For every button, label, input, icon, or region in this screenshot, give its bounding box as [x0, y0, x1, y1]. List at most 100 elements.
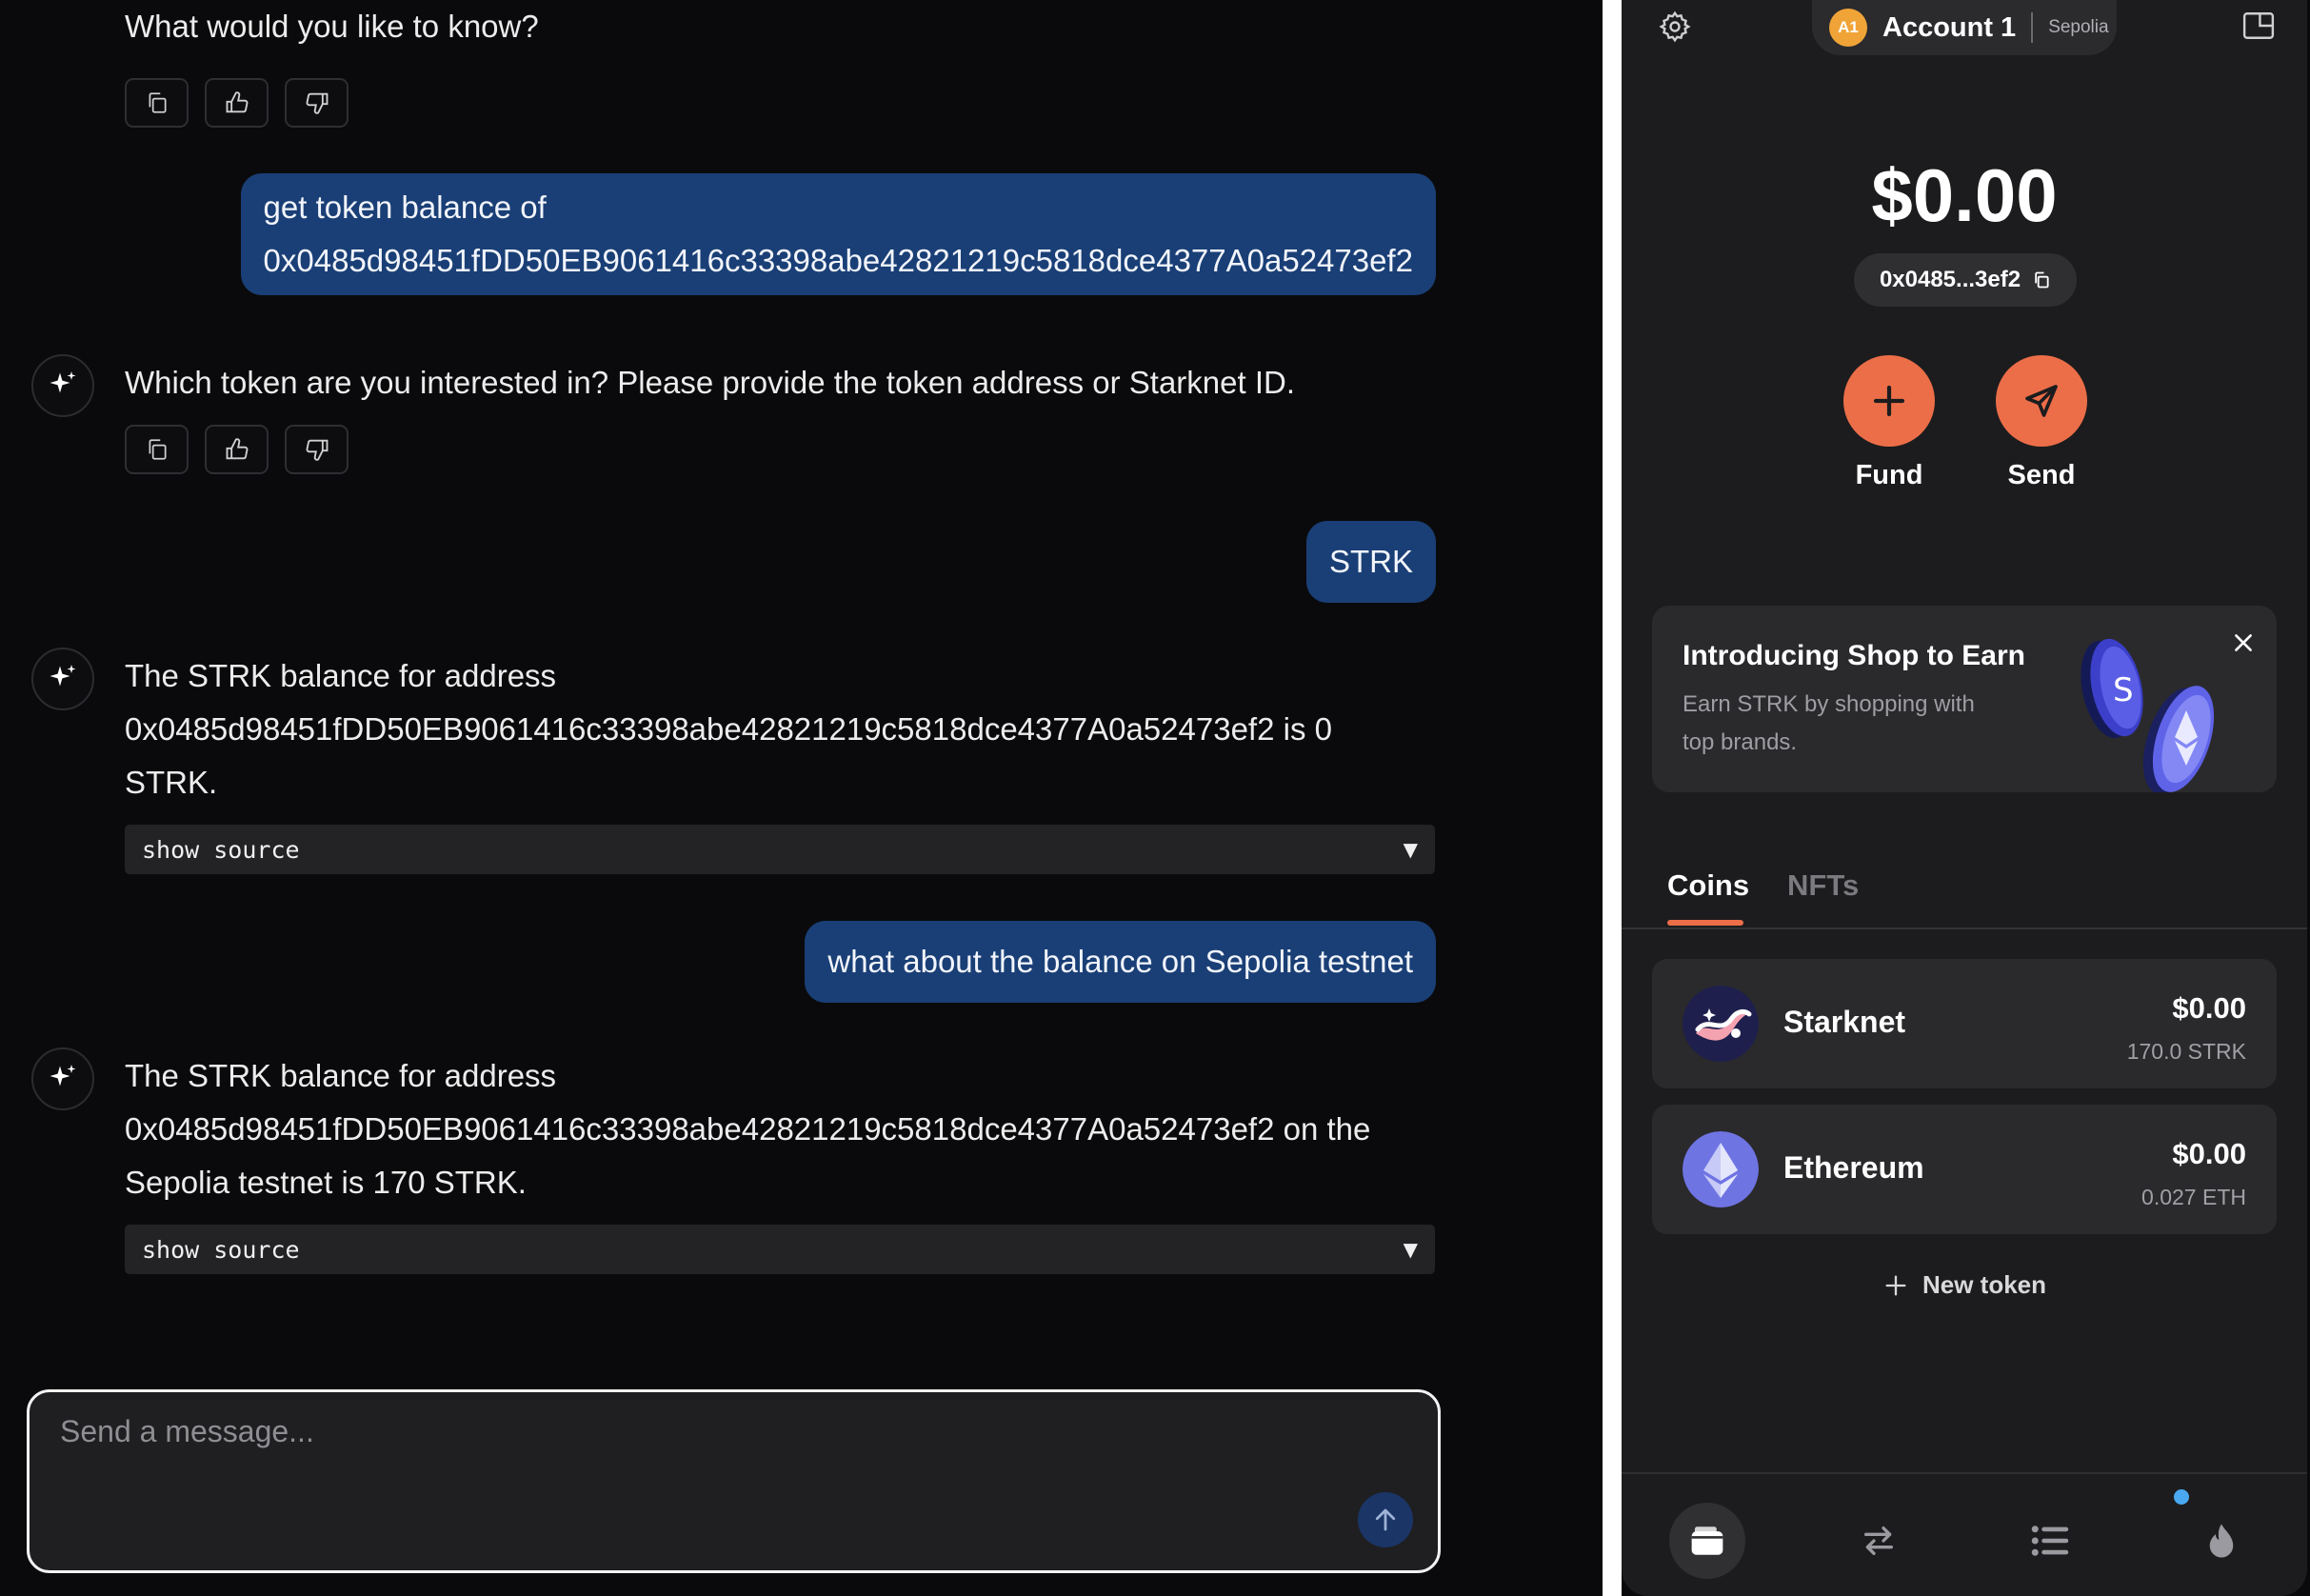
- copy-icon: [149, 92, 167, 113]
- arrow-up-icon: [1375, 1508, 1396, 1531]
- close-icon: [2235, 634, 2252, 651]
- send-plane-icon: [2025, 385, 2058, 417]
- wallet-address: 0x0485...3ef2: [1879, 267, 2021, 292]
- swap-arrows-icon: [1864, 1526, 1893, 1555]
- copy-button[interactable]: [125, 425, 189, 474]
- thumbs-down-button[interactable]: [285, 78, 348, 128]
- copy-icon: [149, 439, 167, 460]
- promo-close-button[interactable]: [2227, 627, 2260, 659]
- message-actions: [125, 78, 348, 128]
- send-message-button[interactable]: [1358, 1492, 1413, 1547]
- message-input[interactable]: [58, 1413, 1300, 1450]
- assistant-message-line: 0x0485d98451fDD50EB9061416c33398abe42821…: [125, 1111, 1371, 1147]
- user-message: get token balance of 0x0485d98451fDD50EB…: [240, 173, 1436, 295]
- account-separator: [2031, 12, 2034, 43]
- nav-activity[interactable]: [2012, 1503, 2088, 1579]
- thumbs-up-button[interactable]: [205, 78, 269, 128]
- show-source-label: show source: [142, 1235, 300, 1264]
- nav-discover[interactable]: [2174, 1489, 2260, 1579]
- send-label: Send: [2007, 460, 2076, 490]
- copy-button[interactable]: [125, 78, 189, 128]
- tab-coins[interactable]: Coins: [1667, 868, 1749, 903]
- nav-swap[interactable]: [1841, 1503, 1917, 1579]
- dropdown-triangle-icon: ▼: [1403, 1238, 1418, 1261]
- expand-view-button[interactable]: [2242, 11, 2275, 45]
- wallet-panel: A1 Account 1 Sepolia $0.00 0x0485...3ef2…: [1622, 0, 2307, 1596]
- network-label: Sepolia: [2048, 17, 2109, 37]
- copy-address-button[interactable]: 0x0485...3ef2: [1854, 253, 2077, 307]
- sparkle-icon: [50, 371, 76, 393]
- new-token-label: New token: [1922, 1270, 2047, 1299]
- assistant-message-line: The STRK balance for address: [125, 1058, 557, 1093]
- show-source-label: show source: [142, 835, 300, 864]
- coins-illustration: S: [2081, 638, 2215, 792]
- wallet-icon: [1691, 1526, 1723, 1555]
- show-source-toggle[interactable]: show source ▼: [125, 1225, 1435, 1274]
- user-message-line: 0x0485d98451fDD50EB9061416c33398abe42821…: [263, 243, 1413, 278]
- thumbs-up-icon: [226, 438, 248, 460]
- pane-divider: [1603, 0, 1622, 1596]
- assistant-message-line: Sepolia testnet is 170 STRK.: [125, 1165, 527, 1200]
- list-icon: [2031, 1526, 2069, 1556]
- thumbs-down-button[interactable]: [285, 425, 348, 474]
- promo-title: Introducing Shop to Earn: [1683, 640, 2025, 671]
- assistant-message-line: 0x0485d98451fDD50EB9061416c33398abe42821…: [125, 711, 1332, 747]
- assistant-message: The STRK balance for address 0x0485d9845…: [125, 649, 1439, 809]
- ethereum-logo-icon: [1683, 1131, 1759, 1207]
- thumbs-up-icon: [226, 91, 248, 113]
- coin-name: Starknet: [1783, 1005, 1906, 1039]
- message-actions: [125, 425, 348, 474]
- plus-icon: [1873, 385, 1905, 417]
- asset-tabs: Coins NFTs: [1622, 857, 2307, 929]
- plus-icon: [1885, 1275, 1906, 1295]
- coin-usd-value: $0.00: [2172, 1137, 2246, 1170]
- notification-dot: [2174, 1489, 2189, 1505]
- coin-usd-value: $0.00: [2172, 991, 2246, 1025]
- thumbs-down-icon: [306, 439, 328, 461]
- sparkle-icon: [50, 1065, 76, 1087]
- thumbs-down-icon: [306, 92, 328, 114]
- flame-icon: [2209, 1524, 2234, 1558]
- user-message: what about the balance on Sepolia testne…: [805, 921, 1436, 1003]
- message-composer: [27, 1389, 1441, 1573]
- nav-wallet[interactable]: [1669, 1503, 1745, 1579]
- dropdown-triangle-icon: ▼: [1403, 838, 1418, 861]
- coin-name: Ethereum: [1783, 1150, 1924, 1185]
- sparkle-icon: [50, 665, 76, 687]
- starknet-logo-icon: [1683, 986, 1759, 1062]
- coin-amount: 0.027 ETH: [2141, 1185, 2246, 1209]
- wallet-header: A1 Account 1 Sepolia: [1622, 0, 2307, 57]
- active-tab-indicator: [1667, 920, 1743, 926]
- expand-window-icon: [2242, 12, 2275, 39]
- svg-text:S: S: [2113, 671, 2134, 709]
- total-balance: $0.00: [1871, 153, 2058, 237]
- assistant-message-line: The STRK balance for address: [125, 658, 557, 693]
- assistant-avatar: [31, 354, 94, 417]
- send-button[interactable]: [1996, 355, 2087, 447]
- coin-amount: 170.0 STRK: [2126, 1039, 2246, 1064]
- fund-label: Fund: [1855, 460, 1923, 490]
- chat-pane: What would you like to know? get token b…: [0, 0, 1603, 1596]
- promo-banner[interactable]: Introducing Shop to Earn Earn STRK by sh…: [1652, 606, 2277, 792]
- account-name: Account 1: [1882, 11, 2017, 43]
- new-token-button[interactable]: New token: [1622, 1270, 2307, 1300]
- fund-button[interactable]: [1843, 355, 1935, 447]
- user-message-line: get token balance of: [263, 190, 547, 225]
- user-message: STRK: [1305, 521, 1436, 603]
- thumbs-up-button[interactable]: [205, 425, 269, 474]
- coin-row-ethereum[interactable]: Ethereum $0.00 0.027 ETH: [1652, 1105, 2277, 1234]
- promo-description: Earn STRK by shopping with top brands.: [1683, 691, 1975, 755]
- coin-row-starknet[interactable]: Starknet $0.00 170.0 STRK: [1652, 959, 2277, 1088]
- assistant-message: What would you like to know?: [125, 9, 539, 44]
- show-source-toggle[interactable]: show source ▼: [125, 825, 1435, 874]
- assistant-avatar: [31, 1047, 94, 1110]
- assistant-message-line: STRK.: [125, 765, 218, 800]
- tab-nfts[interactable]: NFTs: [1787, 868, 1859, 903]
- account-badge: A1: [1829, 9, 1867, 47]
- assistant-message: Which token are you interested in? Pleas…: [125, 365, 1296, 400]
- settings-button[interactable]: [1658, 10, 1692, 49]
- copy-icon: [2035, 271, 2049, 289]
- account-selector[interactable]: A1 Account 1 Sepolia: [1812, 0, 2117, 55]
- assistant-avatar: [31, 648, 94, 710]
- gear-icon: [1659, 10, 1691, 43]
